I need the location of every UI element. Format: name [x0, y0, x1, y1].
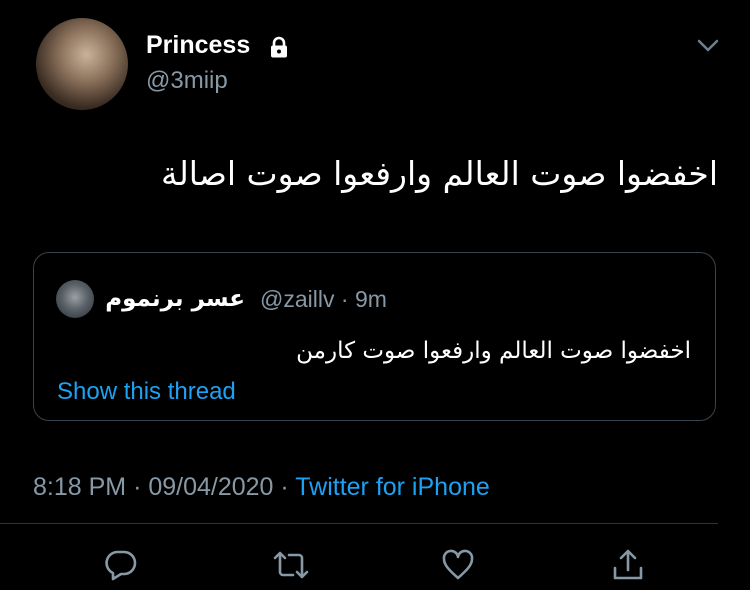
tweet-source-link[interactable]: Twitter for iPhone	[295, 473, 490, 501]
tweet-date: 09/04/2020	[148, 473, 274, 501]
tweet-time: 8:18 PM	[33, 473, 127, 501]
tweet-timestamp: 8:18 PM · 09/04/2020 · Twitter for iPhon…	[33, 473, 490, 502]
quoted-author-avatar	[56, 280, 94, 318]
retweet-icon[interactable]	[272, 548, 310, 582]
quoted-tweet-card[interactable]: عسر برنموم @zaillv · 9m اخفضوا صوت العال…	[33, 252, 716, 421]
quoted-author-handle: @zaillv	[260, 286, 335, 312]
author-handle[interactable]: @3miip	[146, 67, 228, 95]
chevron-down-icon[interactable]	[696, 38, 720, 54]
share-icon[interactable]	[611, 548, 645, 582]
timestamp-separator: ·	[280, 473, 289, 501]
reply-icon[interactable]	[104, 548, 138, 582]
divider	[0, 523, 718, 524]
quoted-time-ago: 9m	[354, 286, 387, 312]
show-thread-link[interactable]: Show this thread	[57, 378, 236, 406]
quoted-author-meta: @zaillv · 9m	[260, 286, 387, 313]
like-icon[interactable]	[441, 548, 475, 582]
meta-separator: ·	[340, 286, 349, 312]
quoted-author-name: عسر برنموم	[105, 286, 245, 312]
tweet-text: اخفضوا صوت العالم وارفعوا صوت اصالة	[161, 154, 718, 193]
lock-icon	[271, 36, 287, 58]
author-avatar[interactable]	[36, 18, 128, 110]
quoted-tweet-text: اخفضوا صوت العالم وارفعوا صوت كارمن	[296, 338, 691, 364]
author-name[interactable]: Princess	[146, 31, 250, 60]
timestamp-separator: ·	[133, 473, 142, 501]
